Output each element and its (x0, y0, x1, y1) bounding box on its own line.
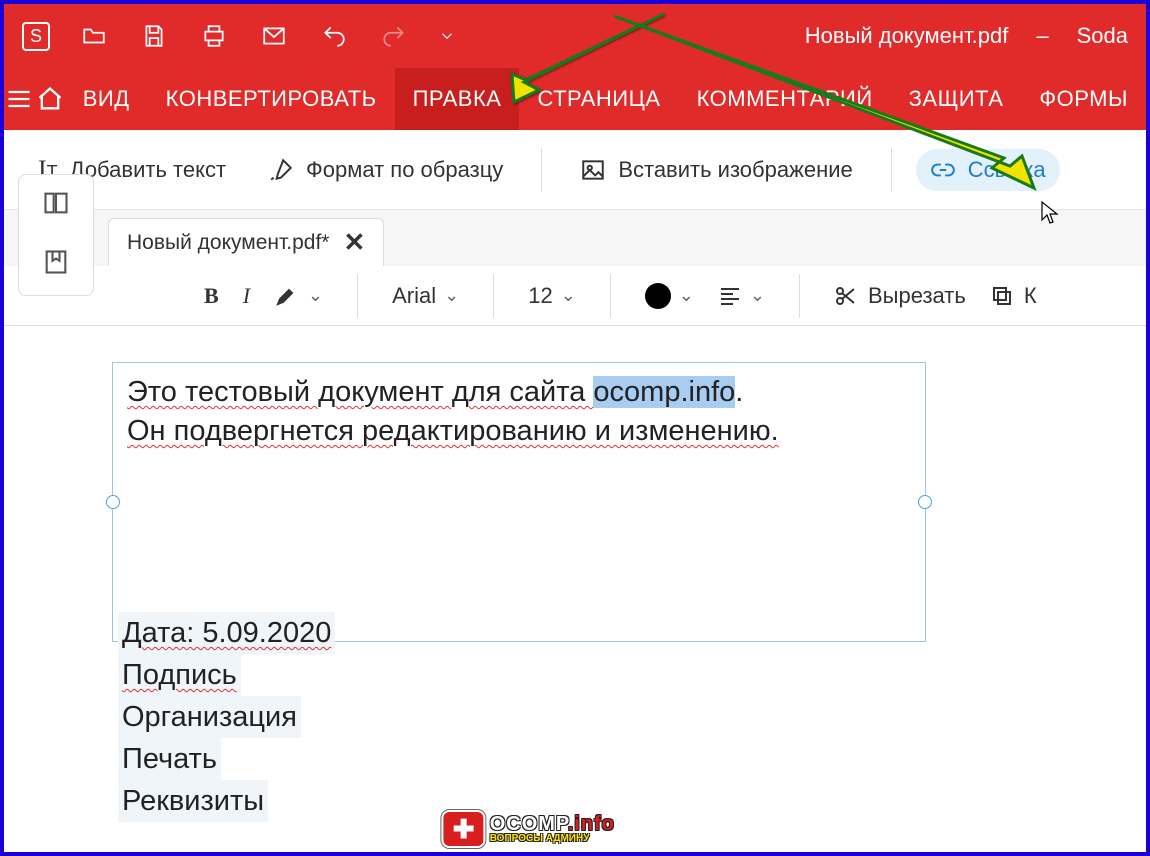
italic-button[interactable]: I (243, 283, 250, 309)
main-menu: ВИД КОНВЕРТИРОВАТЬ ПРАВКА СТРАНИЦА КОММЕ… (4, 68, 1146, 130)
mouse-cursor-icon (1040, 200, 1060, 226)
text-format-bar: B I ⌄ Arial⌄ 12⌄ ⌄ ⌄ Вырезать К (4, 266, 1146, 326)
field-date: Дата: 5.09.2020 (118, 612, 335, 654)
menu-convert[interactable]: КОНВЕРТИРОВАТЬ (148, 68, 395, 130)
text-selection: ocomp.info (593, 376, 735, 408)
image-icon (580, 157, 606, 183)
redo-icon[interactable] (378, 20, 410, 52)
mail-icon[interactable] (258, 20, 290, 52)
align-icon (718, 284, 742, 308)
print-icon[interactable] (198, 20, 230, 52)
menu-edit[interactable]: ПРАВКА (395, 68, 520, 130)
format-painter-button[interactable]: Формат по образцу (254, 149, 517, 191)
field-stamp: Печать (118, 738, 221, 780)
watermark: ✚ OCOMP.info ВОПРОСЫ АДМИНУ (444, 812, 615, 846)
brush-icon (268, 157, 294, 183)
menu-comment[interactable]: КОММЕНТАРИЙ (679, 68, 891, 130)
panel-thumbnails-icon[interactable] (42, 189, 70, 222)
separator (891, 148, 892, 192)
fields-block[interactable]: Дата: 5.09.2020 Подпись Организация Печа… (118, 612, 335, 822)
insert-image-label: Вставить изображение (618, 157, 852, 183)
qat-more-icon[interactable] (438, 20, 456, 52)
format-painter-label: Формат по образцу (306, 157, 503, 183)
panel-bookmarks-icon[interactable] (42, 248, 70, 281)
menu-page[interactable]: СТРАНИЦА (519, 68, 678, 130)
menu-protect[interactable]: ЗАЩИТА (891, 68, 1022, 130)
window-title: Новый документ.pdf (805, 23, 1009, 49)
copy-button[interactable]: К (990, 283, 1037, 309)
app-name: Soda (1077, 23, 1128, 49)
save-icon[interactable] (138, 20, 170, 52)
bold-button[interactable]: B (204, 283, 219, 309)
app-badge: S (22, 22, 50, 51)
title-separator: – (1036, 23, 1048, 49)
menu-view[interactable]: ВИД (65, 68, 148, 130)
color-swatch-icon (645, 283, 671, 309)
text-run: Он подвергнется редактированию и изменен… (127, 415, 779, 447)
watermark-tagline: ВОПРОСЫ АДМИНУ (490, 834, 615, 844)
font-size-select[interactable]: 12⌄ (528, 283, 576, 309)
open-icon[interactable] (78, 20, 110, 52)
field-requisites: Реквизиты (118, 780, 268, 822)
field-org: Организация (118, 696, 301, 738)
separator (357, 274, 358, 318)
copy-label: К (1024, 283, 1037, 309)
quick-access-toolbar: S Новый документ.pdf – Soda (4, 4, 1146, 68)
separator (493, 274, 494, 318)
separator (541, 148, 542, 192)
separator (799, 274, 800, 318)
home-icon[interactable] (34, 68, 64, 130)
document-canvas[interactable]: Это тестовый документ для сайта ocomp.in… (104, 354, 1126, 842)
color-select[interactable]: ⌄ (645, 283, 694, 309)
side-panel-tabs (18, 174, 94, 296)
close-tab-icon[interactable]: ✕ (343, 227, 365, 258)
hamburger-icon[interactable] (4, 68, 34, 130)
document-tab[interactable]: Новый документ.pdf* ✕ (108, 218, 384, 266)
insert-image-button[interactable]: Вставить изображение (566, 149, 866, 191)
watermark-badge-icon: ✚ (444, 812, 484, 846)
text-edit-box[interactable]: Это тестовый документ для сайта ocomp.in… (112, 362, 926, 642)
font-name: Arial (392, 283, 436, 309)
font-select[interactable]: Arial⌄ (392, 283, 459, 309)
cut-label: Вырезать (868, 283, 966, 309)
link-button[interactable]: Ссылка (916, 149, 1060, 191)
paragraph-1[interactable]: Это тестовый документ для сайта ocomp.in… (113, 363, 925, 461)
edit-tools-row: IT Добавить текст Формат по образцу Вста… (4, 130, 1146, 210)
link-icon (930, 157, 956, 183)
copy-icon (990, 284, 1014, 308)
undo-icon[interactable] (318, 20, 350, 52)
document-tabs: Новый документ.pdf* ✕ (4, 210, 1146, 266)
separator (610, 274, 611, 318)
cut-button[interactable]: Вырезать (834, 283, 966, 309)
align-select[interactable]: ⌄ (718, 284, 765, 308)
highlight-button[interactable]: ⌄ (274, 284, 323, 308)
text-run: . (735, 376, 743, 408)
document-tab-label: Новый документ.pdf* (127, 231, 329, 255)
watermark-tld: .info (568, 813, 615, 835)
menu-forms[interactable]: ФОРМЫ (1021, 68, 1146, 130)
text-run: Это тестовый документ для сайта (127, 376, 593, 408)
font-size: 12 (528, 283, 552, 309)
link-label: Ссылка (968, 157, 1046, 183)
scissors-icon (834, 284, 858, 308)
highlighter-icon (274, 284, 298, 308)
watermark-site: OCOMP (490, 813, 568, 835)
field-signature: Подпись (118, 654, 241, 696)
